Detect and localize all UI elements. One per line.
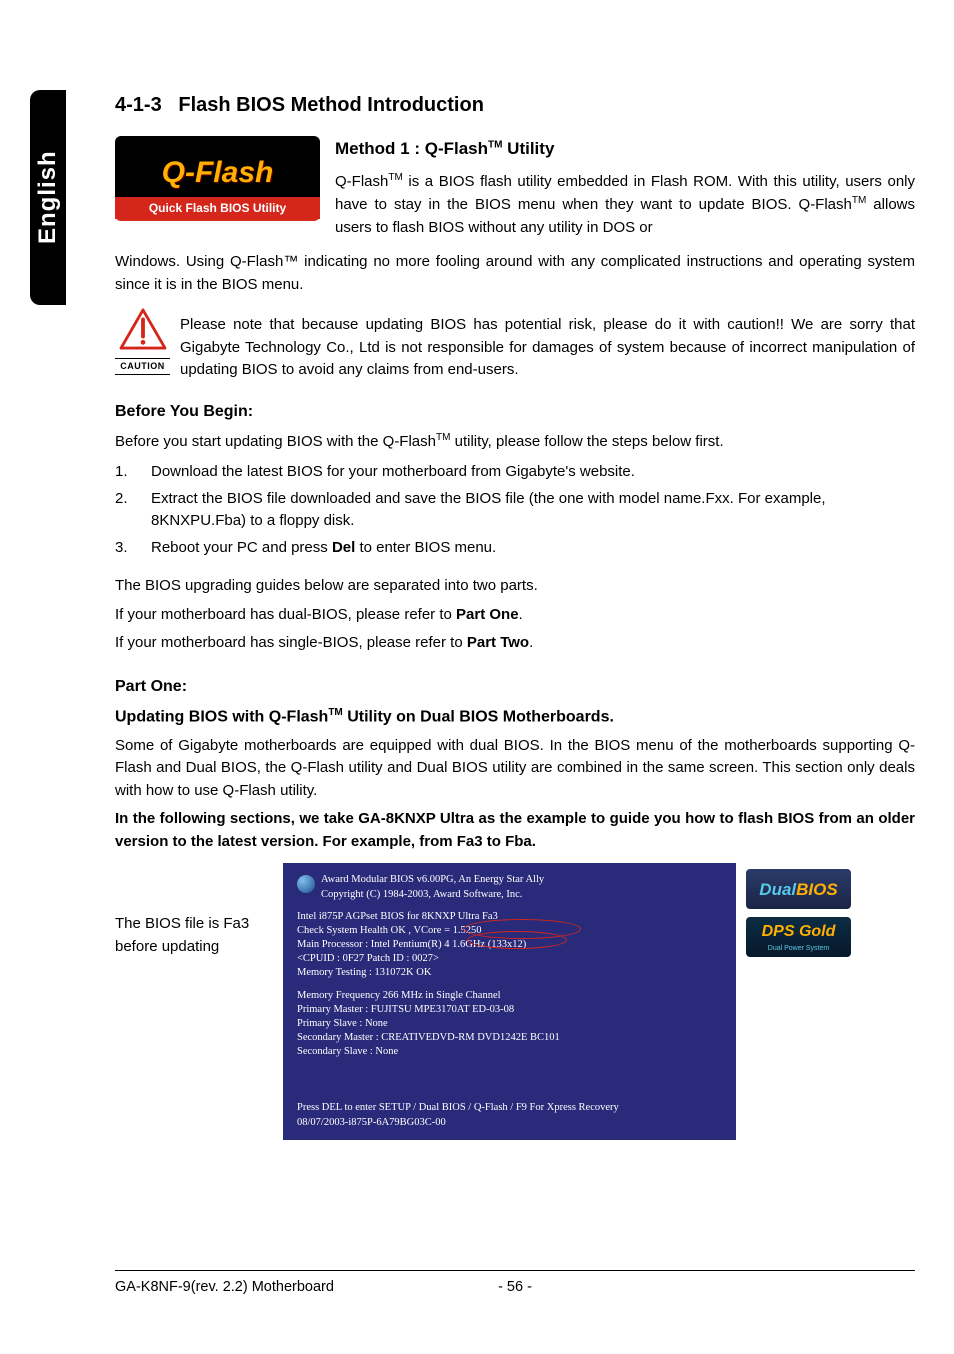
section-title: Flash BIOS Method Introduction [178, 94, 484, 116]
part-one-sub: Updating BIOS with Q-FlashTM Utility on … [115, 705, 915, 729]
bios-line: Secondary Master : CREATIVEDVD-RM DVD124… [297, 1031, 722, 1045]
caution-label: CAUTION [115, 358, 170, 376]
guide-note-2: If your motherboard has dual-BIOS, pleas… [115, 604, 915, 627]
footer-pagenum: - 56 - [475, 1277, 555, 1299]
before-intro: Before you start updating BIOS with the … [115, 430, 915, 454]
before-heading: Before You Begin: [115, 400, 915, 424]
bios-line: 08/07/2003-i875P-6A79BG03C-00 [297, 1116, 722, 1130]
footer-model: GA-K8NF-9(rev. 2.2) Motherboard [115, 1277, 475, 1299]
page-content: 4-1-3 Flash BIOS Method Introduction Q-F… [115, 90, 915, 1140]
bios-line: Press DEL to enter SETUP / Dual BIOS / Q… [297, 1101, 722, 1115]
part-one-bold: In the following sections, we take GA-8K… [115, 808, 915, 853]
caution-icon: CAUTION [115, 308, 170, 375]
dual-bios-badge: DualBIOS [746, 869, 851, 909]
bios-line: Copyright (C) 1984-2003, Award Software,… [321, 888, 544, 902]
caution-block: CAUTION Please note that because updatin… [115, 308, 915, 388]
bios-line: <CPUID : 0F27 Patch ID : 0027> [297, 952, 722, 966]
qflash-logo-sub: Quick Flash BIOS Utility [115, 197, 320, 219]
list-item: 3.Reboot your PC and press Del to enter … [115, 537, 915, 560]
section-heading: 4-1-3 Flash BIOS Method Introduction [115, 90, 915, 120]
part-one-heading: Part One: [115, 675, 915, 699]
dps-gold-badge: DPS Gold Dual Power System [746, 917, 851, 957]
guide-note-1: The BIOS upgrading guides below are sepa… [115, 575, 915, 598]
guide-note-3: If your motherboard has single-BIOS, ple… [115, 632, 915, 655]
bios-line: Award Modular BIOS v6.00PG, An Energy St… [321, 873, 544, 887]
part-one-para: Some of Gigabyte motherboards are equipp… [115, 735, 915, 803]
list-item: 1.Download the latest BIOS for your moth… [115, 461, 915, 484]
bios-boot-screen: Award Modular BIOS v6.00PG, An Energy St… [283, 863, 736, 1139]
steps-list: 1.Download the latest BIOS for your moth… [115, 461, 915, 559]
qflash-logo-title: Q-Flash [115, 136, 320, 195]
list-item: 2.Extract the BIOS file downloaded and s… [115, 488, 915, 533]
bios-line: Memory Frequency 266 MHz in Single Chann… [297, 989, 722, 1003]
language-tab: English [30, 90, 66, 305]
bios-line: Primary Slave : None [297, 1017, 722, 1031]
page-footer: GA-K8NF-9(rev. 2.2) Motherboard - 56 - [115, 1270, 915, 1299]
bios-line: Primary Master : FUJITSU MPE3170AT ED-03… [297, 1003, 722, 1017]
qflash-logo: Q-Flash Quick Flash BIOS Utility [115, 136, 320, 221]
section-number: 4-1-3 [115, 94, 162, 116]
bios-line: Secondary Slave : None [297, 1045, 722, 1059]
bios-line: Memory Testing : 131072K OK [297, 966, 722, 980]
award-globe-icon [297, 875, 315, 893]
caution-text: Please note that because updating BIOS h… [115, 314, 915, 382]
bios-caption: The BIOS file is Fa3 before updating [115, 863, 265, 958]
method1-para2: Windows. Using Q-Flash™ indicating no mo… [115, 251, 915, 296]
